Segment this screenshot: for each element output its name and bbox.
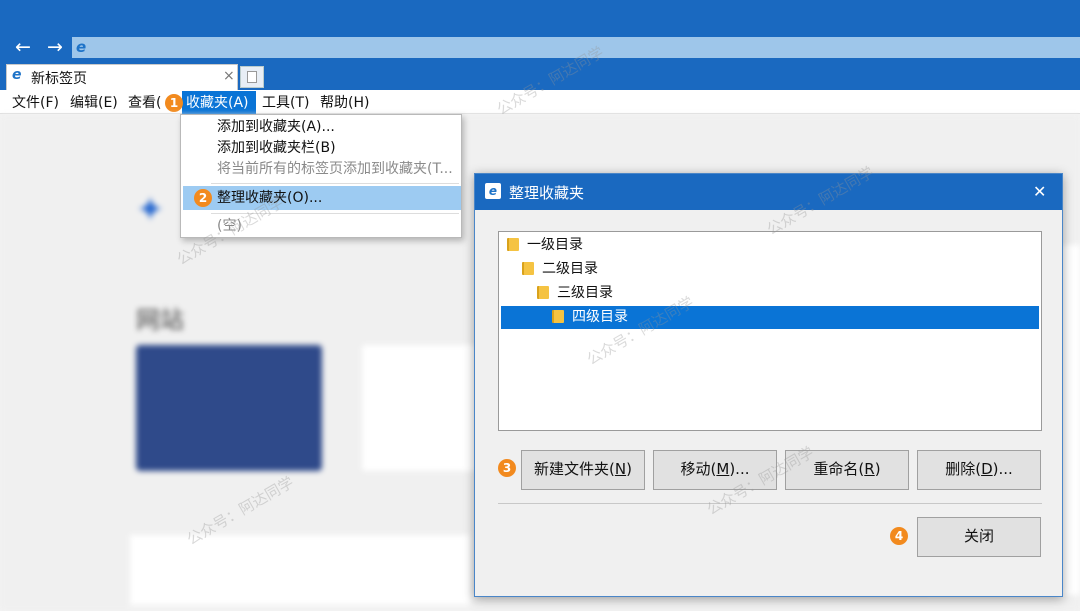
step-badge-1: 1 <box>165 94 183 112</box>
folder-icon <box>537 286 549 299</box>
dialog-title-bar: e 整理收藏夹 ✕ <box>475 174 1062 210</box>
move-button[interactable]: 移动(M)... <box>653 450 777 490</box>
section-title: 网站 <box>136 306 184 334</box>
ie-logo-icon: e <box>76 38 87 56</box>
tab-new-tab[interactable]: e 新标签页 × <box>6 64 238 90</box>
menu-edit[interactable]: 编辑(E) <box>68 92 120 114</box>
back-icon[interactable]: ← <box>12 37 34 59</box>
dialog-close-icon[interactable]: ✕ <box>1033 182 1046 201</box>
tree-item-level4-label: 四级目录 <box>572 309 628 325</box>
menu-favorites[interactable]: 收藏夹(A) <box>182 91 256 114</box>
dialog-ie-icon: e <box>485 183 501 199</box>
menu-organize-label: 整理收藏夹(O)... <box>217 190 323 206</box>
tab-title: 新标签页 <box>31 71 87 87</box>
menu-divider <box>211 183 459 184</box>
msn-logo-icon: ✦ <box>136 190 165 230</box>
tab-close-icon[interactable]: × <box>223 68 235 84</box>
menu-view[interactable]: 查看( <box>126 92 163 114</box>
tree-item-level2[interactable]: 二级目录 <box>522 258 598 280</box>
menu-organize-favorites[interactable]: 整理收藏夹(O)... <box>183 186 461 210</box>
step-badge-3: 3 <box>498 459 516 477</box>
step-badge-2: 2 <box>194 189 212 207</box>
menu-file[interactable]: 文件(F) <box>10 92 61 114</box>
step-badge-4: 4 <box>890 527 908 545</box>
bottom-card <box>130 535 470 605</box>
tree-item-level1[interactable]: 一级目录 <box>507 234 583 256</box>
organize-favorites-dialog: e 整理收藏夹 ✕ 一级目录 二级目录 三级目录 四级目录 3 新建文件夹(N)… <box>474 173 1063 597</box>
dialog-title: 整理收藏夹 <box>509 184 585 202</box>
menu-tools[interactable]: 工具(T) <box>260 92 311 114</box>
ie-tab-icon: e <box>12 67 22 83</box>
address-bar[interactable]: e <box>72 37 1080 58</box>
menu-favorites-label: 收藏夹(A) <box>186 95 249 111</box>
folder-icon <box>507 238 519 251</box>
new-folder-button[interactable]: 新建文件夹(N) <box>521 450 645 490</box>
menu-add-all-tabs: 将当前所有的标签页添加到收藏夹(T... <box>217 161 453 177</box>
dialog-divider <box>498 503 1042 504</box>
favorites-tree[interactable]: 一级目录 二级目录 三级目录 四级目录 <box>498 231 1042 431</box>
menu-add-to-favorites-bar[interactable]: 添加到收藏夹栏(B) <box>217 138 336 159</box>
menu-help[interactable]: 帮助(H) <box>318 92 371 114</box>
new-tab-icon <box>247 71 257 83</box>
new-tab-button[interactable] <box>240 66 264 88</box>
menu-divider <box>211 213 459 214</box>
delete-button[interactable]: 删除(D)... <box>917 450 1041 490</box>
folder-icon <box>522 262 534 275</box>
tree-item-level3[interactable]: 三级目录 <box>537 282 613 304</box>
folder-icon <box>552 310 564 323</box>
close-button[interactable]: 关闭 <box>917 517 1041 557</box>
site-tile <box>136 345 322 471</box>
forward-icon[interactable]: → <box>44 37 66 59</box>
menu-empty: (空) <box>217 218 242 234</box>
favorites-dropdown: 添加到收藏夹(A)... 添加到收藏夹栏(B) 将当前所有的标签页添加到收藏夹(… <box>180 114 462 238</box>
rename-button[interactable]: 重命名(R) <box>785 450 909 490</box>
menu-add-to-favorites[interactable]: 添加到收藏夹(A)... <box>217 117 335 138</box>
tree-item-level4[interactable]: 四级目录 <box>501 306 1039 329</box>
